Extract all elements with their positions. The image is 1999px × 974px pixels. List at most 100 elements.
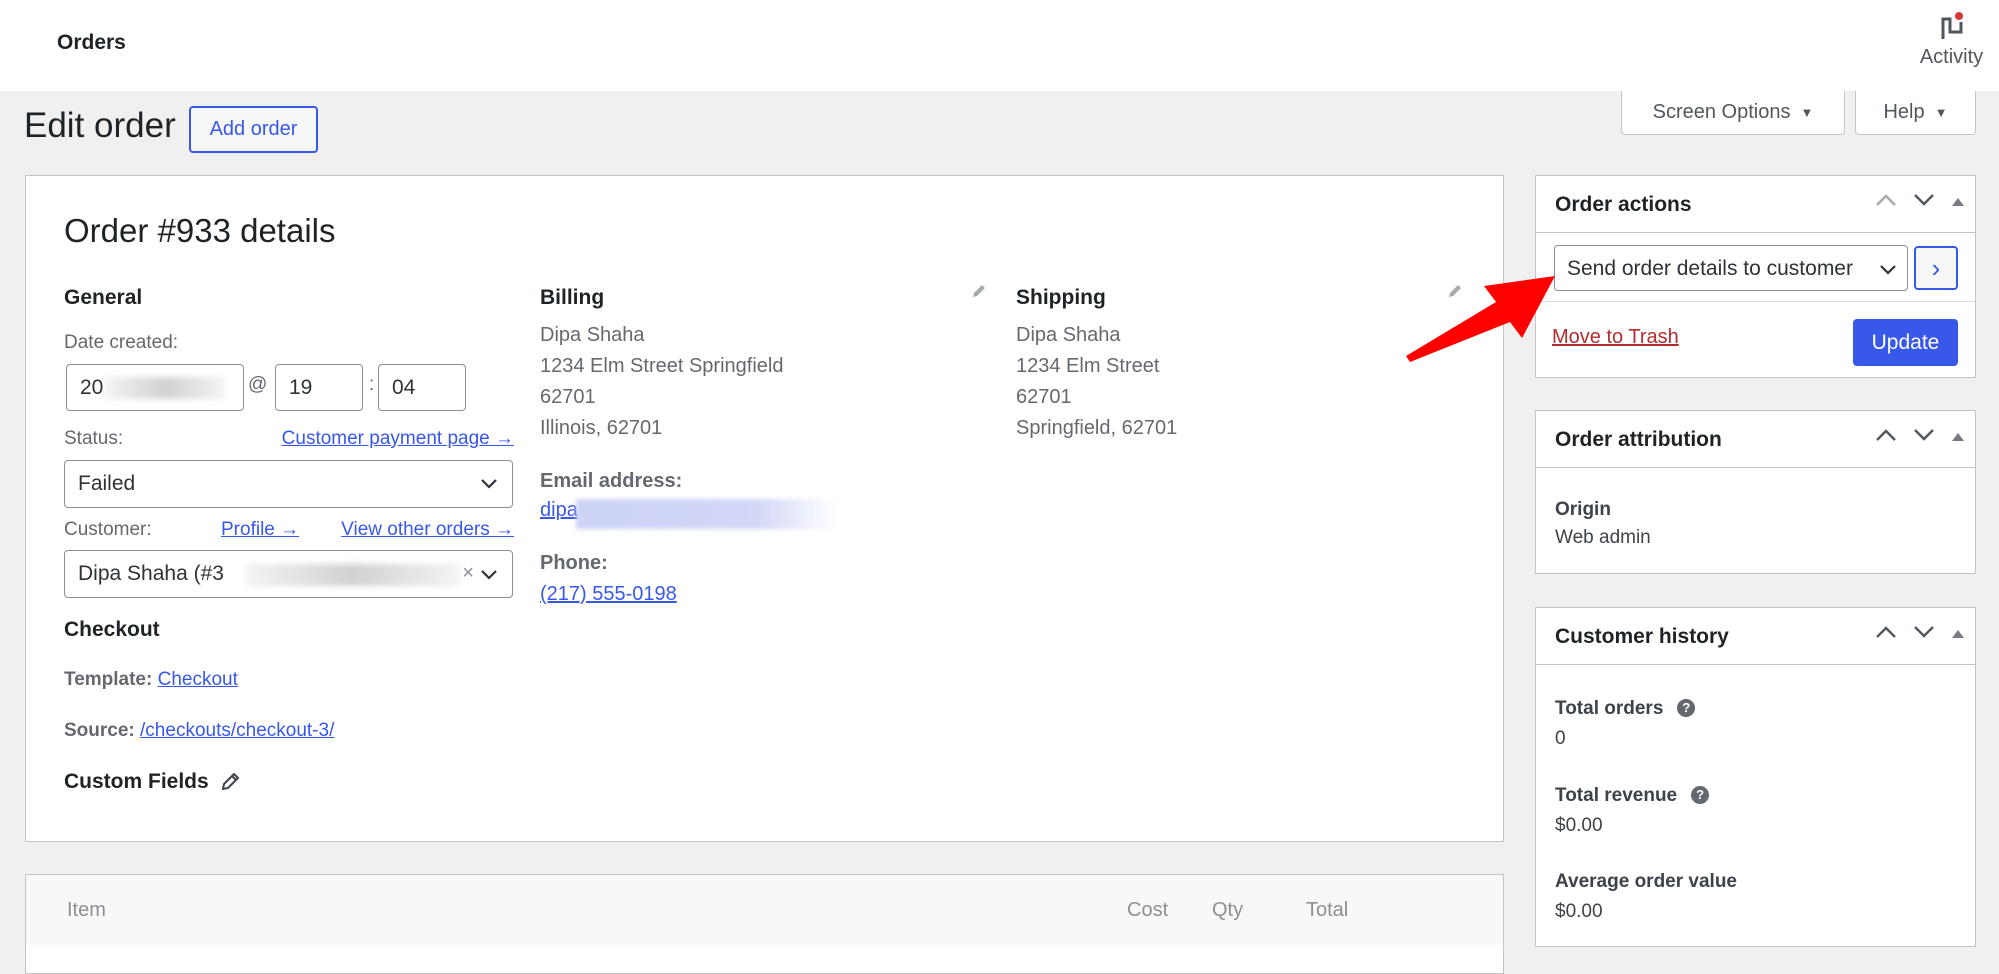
shipping-address-line: 62701 [1016,386,1072,408]
flag-icon [1937,12,1967,42]
billing-heading: Billing [540,286,605,309]
customer-label: Customer: [64,519,152,540]
page-section-title: Orders [57,31,126,54]
average-order-value-value: $0.00 [1555,901,1603,922]
customer-select[interactable]: Dipa Shaha (#3 × [64,550,513,598]
move-to-trash-link[interactable]: Move to Trash [1552,326,1679,349]
custom-fields-heading: Custom Fields [64,770,209,793]
caret-down-icon: ▼ [1934,105,1948,120]
total-orders-label: Total orders [1555,698,1664,719]
move-down-icon[interactable] [1913,193,1935,212]
shipping-heading: Shipping [1016,286,1106,309]
date-created-input[interactable]: 20 [66,364,244,411]
total-orders-value: 0 [1555,728,1566,749]
annotation-arrow-icon [1406,276,1555,362]
move-down-icon[interactable] [1913,625,1935,644]
chevron-down-icon [1880,265,1896,275]
email-label: Email address: [540,470,683,492]
help-button[interactable]: Help ▼ [1855,91,1976,135]
order-actions-header: Order actions [1536,176,1975,233]
add-order-button[interactable]: Add order [189,106,318,153]
billing-address-line: 62701 [540,386,596,408]
origin-label: Origin [1555,499,1611,520]
shipping-address-line: Dipa Shaha [1016,324,1121,346]
minute-input[interactable]: 04 [378,364,466,411]
chevron-down-icon [481,479,497,489]
screen-options-label: Screen Options [1652,101,1791,123]
order-title: Order #933 details [64,212,336,249]
top-bar: Orders Activity [0,0,1999,91]
origin-value: Web admin [1555,527,1651,548]
pencil-icon[interactable] [219,771,241,793]
items-table-header: Item Cost Qty Total [26,875,1503,945]
order-actions-heading: Order actions [1555,193,1692,216]
collapse-toggle-icon[interactable] [1951,429,1965,447]
date-value: 20 [80,375,104,399]
shipping-address-line: 1234 Elm Street [1016,355,1160,377]
help-icon[interactable]: ? [1677,699,1696,717]
clear-icon[interactable]: × [462,562,474,585]
order-actions-box: Order actions Send order details to cust… [1535,175,1976,378]
order-action-value: Send order details to customer [1567,257,1853,280]
screen-options-button[interactable]: Screen Options ▼ [1621,91,1845,135]
shipping-address-line: Springfield, 62701 [1016,417,1178,439]
order-action-select[interactable]: Send order details to customer [1554,245,1908,291]
apply-action-button[interactable]: › [1914,246,1958,290]
order-attribution-heading: Order attribution [1555,428,1722,451]
customer-history-heading: Customer history [1555,625,1729,648]
status-value: Failed [78,472,136,495]
general-section: General Date created: 20 @ 19 : 04 Statu… [64,286,514,846]
shipping-address: Dipa Shaha 1234 Elm Street 62701 Springf… [1016,320,1177,444]
chevron-down-icon [481,570,497,580]
average-order-value-stat: Average order value $0.00 [1555,871,1737,923]
colon-separator: : [369,374,375,395]
source-row: Source: /checkouts/checkout-3/ [64,720,334,742]
redacted-email [576,499,836,529]
checkout-heading: Checkout [64,618,160,641]
collapse-toggle-icon[interactable] [1951,626,1965,644]
move-up-icon[interactable] [1875,428,1897,447]
customer-history-box: Customer history Total orders? 0 Total r… [1535,607,1976,947]
general-heading: General [64,286,143,309]
divider [1536,301,1975,302]
billing-address: Dipa Shaha 1234 Elm Street Springfield 6… [540,320,783,444]
redacted-date [105,377,225,399]
order-attribution-box: Order attribution Origin Web admin [1535,410,1976,574]
profile-link[interactable]: Profile → [221,519,299,541]
date-created-label: Date created: [64,332,179,353]
total-orders-stat: Total orders? 0 [1555,698,1696,750]
caret-down-icon: ▼ [1800,105,1814,120]
hour-input[interactable]: 19 [275,364,363,411]
at-separator: @ [248,374,268,395]
source-link[interactable]: /checkouts/checkout-3/ [140,720,334,741]
page-title: Edit order [24,106,176,145]
status-select[interactable]: Failed [64,460,513,508]
origin-stat: Origin Web admin [1555,499,1651,549]
update-button[interactable]: Update [1853,319,1958,366]
phone-link[interactable]: (217) 555-0198 [540,583,677,606]
customer-history-header: Customer history [1536,608,1975,665]
column-header-qty: Qty [1212,899,1244,921]
view-other-orders-link[interactable]: View other orders → [341,519,514,541]
customer-value: Dipa Shaha (#3 [78,562,224,585]
move-down-icon[interactable] [1913,428,1935,447]
template-link[interactable]: Checkout [158,669,238,690]
move-up-icon[interactable] [1875,625,1897,644]
status-label: Status: [64,428,124,449]
total-revenue-value: $0.00 [1555,815,1603,836]
billing-address-line: Illinois, 62701 [540,417,663,439]
activity-button[interactable]: Activity [1914,12,1989,69]
customer-payment-page-link[interactable]: Customer payment page → [282,428,514,450]
help-icon[interactable]: ? [1691,786,1710,804]
order-details-panel: Order #933 details General Date created:… [25,175,1504,842]
average-order-value-label: Average order value [1555,871,1737,892]
template-label: Template: [64,669,153,690]
edit-billing-pencil-icon[interactable] [970,282,988,300]
total-revenue-label: Total revenue [1555,785,1678,806]
billing-address-line: Dipa Shaha [540,324,645,346]
collapse-toggle-icon[interactable] [1951,194,1965,212]
redacted-customer [245,564,460,586]
billing-section: Billing Dipa Shaha 1234 Elm Street Sprin… [540,285,990,686]
move-up-icon[interactable] [1875,193,1897,212]
email-link[interactable]: dipa [540,499,578,522]
